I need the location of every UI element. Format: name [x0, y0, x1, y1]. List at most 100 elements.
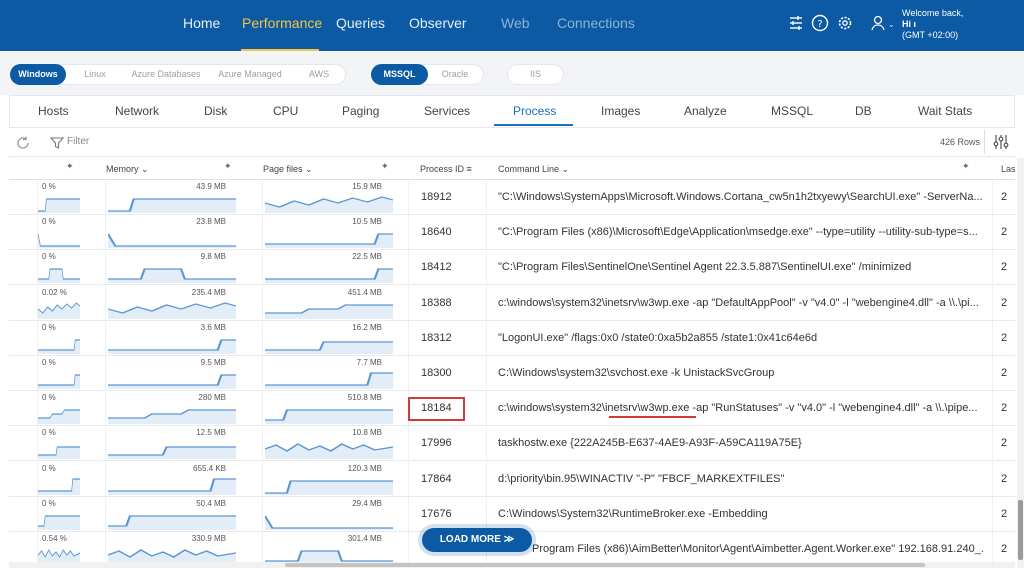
- tab-paging[interactable]: Paging: [342, 104, 379, 118]
- pill-iis[interactable]: IIS: [507, 64, 564, 85]
- nav-home[interactable]: Home: [183, 15, 220, 31]
- pill-mssql[interactable]: MSSQL: [371, 64, 428, 85]
- column-divider: [105, 462, 106, 497]
- column-divider: [105, 391, 106, 426]
- command-line: taskhostw.exe {222A245B-E637-4AE9-A93F-A…: [498, 437, 802, 449]
- pill-oracle[interactable]: Oracle: [435, 64, 475, 85]
- gear-icon[interactable]: [836, 14, 854, 32]
- tab-db[interactable]: DB: [855, 104, 872, 118]
- column-divider: [37, 286, 38, 321]
- column-divider: [408, 497, 409, 532]
- pill-windows[interactable]: Windows: [10, 64, 66, 85]
- settings-sliders-icon[interactable]: [787, 14, 805, 32]
- tab-active-indicator: [494, 124, 573, 126]
- header-process-id[interactable]: Process ID ≡: [420, 164, 472, 174]
- memory-sparkline: [108, 374, 236, 389]
- tab-services[interactable]: Services: [424, 104, 470, 118]
- column-settings-icon[interactable]: [992, 133, 1010, 151]
- column-divider: [486, 356, 487, 391]
- user-icon[interactable]: [870, 14, 888, 32]
- last-column-value: 2: [1001, 226, 1008, 238]
- column-divider: [262, 180, 263, 215]
- filter-icon[interactable]: [50, 136, 64, 150]
- nav-observer[interactable]: Observer: [409, 15, 467, 31]
- pill-azure-databases[interactable]: Azure Databases: [127, 64, 205, 85]
- column-divider: [37, 250, 38, 285]
- cpu-sparkline: [38, 233, 80, 248]
- filter-input[interactable]: Filter: [67, 136, 89, 147]
- column-divider: [37, 391, 38, 426]
- column-divider: [105, 180, 106, 215]
- last-column-value: 2: [1001, 191, 1008, 203]
- tab-hosts[interactable]: Hosts: [38, 104, 69, 118]
- page-files-sparkline: [265, 268, 393, 283]
- last-column-value: 2: [1001, 437, 1008, 449]
- header-last[interactable]: Las: [1001, 164, 1016, 174]
- header-command-line-label: Command Line: [498, 164, 560, 174]
- cpu-sparkline: [38, 339, 80, 354]
- pill-azure-managed[interactable]: Azure Managed: [213, 64, 287, 85]
- column-divider: [992, 250, 993, 285]
- tab-images[interactable]: Images: [601, 104, 640, 118]
- filter-bar: [9, 127, 1015, 157]
- nav-web[interactable]: Web: [501, 15, 530, 31]
- nav-performance[interactable]: Performance: [242, 15, 322, 31]
- column-divider: [37, 462, 38, 497]
- refresh-icon[interactable]: [15, 135, 31, 151]
- tab-cpu[interactable]: CPU: [273, 104, 298, 118]
- nav-queries[interactable]: Queries: [336, 15, 385, 31]
- vertical-scroll-thumb[interactable]: [1018, 500, 1023, 560]
- column-divider: [992, 462, 993, 497]
- page-files-sparkline: [265, 196, 393, 213]
- pill-linux[interactable]: Linux: [78, 64, 112, 85]
- column-divider: [992, 356, 993, 391]
- help-icon[interactable]: ?: [811, 14, 829, 32]
- cpu-sparkline: [38, 302, 80, 319]
- tab-mssql[interactable]: MSSQL: [771, 104, 813, 118]
- pin-icon[interactable]: ✦: [381, 161, 389, 172]
- tab-analyze[interactable]: Analyze: [684, 104, 727, 118]
- column-divider: [408, 180, 409, 215]
- pin-icon[interactable]: ✦: [962, 161, 970, 172]
- page-files-sparkline: [265, 304, 393, 319]
- tab-wait-stats[interactable]: Wait Stats: [918, 104, 972, 118]
- column-divider: [262, 215, 263, 250]
- page-files-sparkline: [265, 372, 393, 389]
- tab-disk[interactable]: Disk: [204, 104, 227, 118]
- load-more-button[interactable]: LOAD MORE ≫: [422, 528, 532, 552]
- last-column-value: 2: [1001, 508, 1008, 520]
- column-divider: [486, 321, 487, 356]
- memory-sparkline: [108, 478, 236, 495]
- column-divider: [105, 356, 106, 391]
- memory-sparkline: [108, 515, 236, 530]
- highlight-underline: [609, 416, 696, 418]
- column-divider: [992, 180, 993, 215]
- horizontal-scroll-thumb[interactable]: [285, 563, 925, 567]
- process-id: 18640: [421, 226, 452, 238]
- tab-network[interactable]: Network: [115, 104, 159, 118]
- command-line: d:\priority\bin.95\WINACTIV "-P" "FBCF_M…: [498, 473, 785, 485]
- column-divider: [408, 356, 409, 391]
- nav-connections[interactable]: Connections: [557, 15, 635, 31]
- column-divider: [37, 356, 38, 391]
- command-line: Program Files (x86)\AimBetter\Monitor\Ag…: [532, 543, 984, 555]
- process-id: 17864: [421, 473, 452, 485]
- command-line: "C:\Program Files (x86)\Microsoft\Edge\A…: [498, 226, 978, 238]
- memory-sparkline: [108, 302, 236, 319]
- highlight-box: [408, 397, 465, 421]
- pin-icon[interactable]: ✦: [66, 161, 74, 172]
- cpu-sparkline: [38, 374, 80, 389]
- pin-icon[interactable]: ✦: [224, 161, 232, 172]
- chevron-down-icon[interactable]: ⌄: [888, 20, 895, 29]
- header-command-line[interactable]: Command Line ⌄: [498, 164, 569, 175]
- column-divider: [408, 321, 409, 356]
- pill-aws[interactable]: AWS: [303, 64, 335, 85]
- column-divider: [408, 250, 409, 285]
- column-divider: [37, 426, 38, 461]
- column-divider: [992, 391, 993, 426]
- tab-process[interactable]: Process: [513, 104, 556, 118]
- process-id: 17676: [421, 508, 452, 520]
- memory-sparkline: [108, 268, 236, 283]
- header-page-files[interactable]: Page files ⌄: [263, 164, 313, 175]
- header-memory[interactable]: Memory ⌄: [106, 164, 149, 175]
